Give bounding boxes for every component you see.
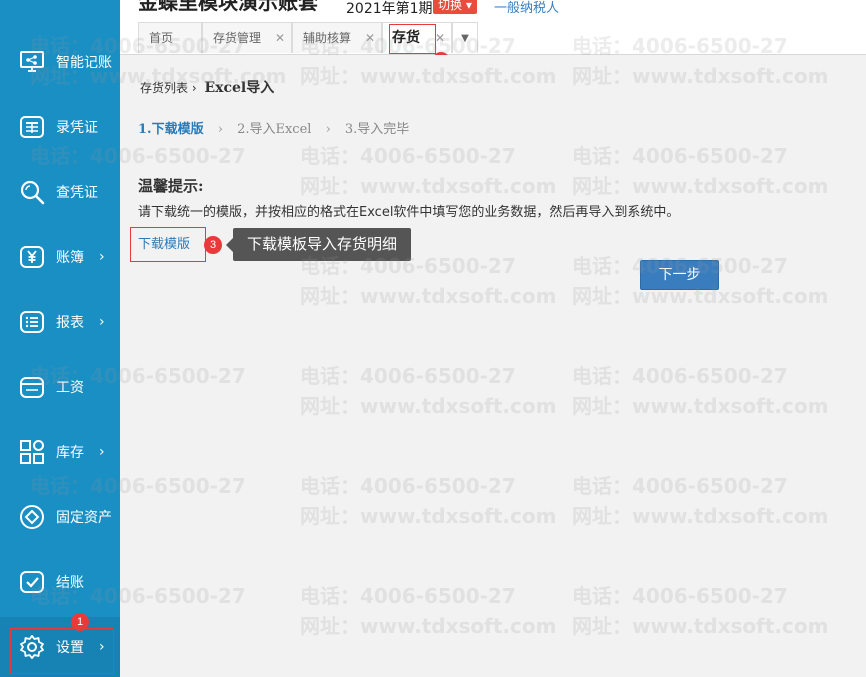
top-header: 金蝶里模块演示账套 2021年第1期 切换 ▾ 一般纳税人 首页 存货管理 ✕ …	[120, 0, 866, 70]
step-badge-1: 1	[71, 613, 89, 631]
report-list-icon	[18, 308, 46, 336]
sidebar-item-label: 账簿	[56, 250, 84, 266]
wallet-icon	[18, 373, 46, 401]
tab-label: 辅助核算	[303, 31, 352, 45]
breadcrumb-current: Excel导入	[204, 80, 275, 96]
close-icon[interactable]: ✕	[365, 23, 375, 54]
main-content: 存货列表 › Excel导入 1.下载模版 › 2.导入Excel › 3.导入…	[120, 55, 866, 677]
tip-title: 温馨提示:	[138, 177, 204, 195]
asset-diamond-icon	[18, 503, 46, 531]
tip-text: 请下载统一的模版，并按相应的格式在Excel软件中填写您的业务数据，然后再导入到…	[138, 205, 680, 220]
chevron-right-icon: ›	[99, 249, 105, 265]
import-steps: 1.下载模版 › 2.导入Excel › 3.导入完毕	[138, 118, 409, 137]
tab-label: 存货管理	[213, 31, 262, 45]
step-badge-3: 3	[204, 236, 222, 254]
sidebar-item-label: 智能记账	[56, 55, 112, 71]
step-1: 1.下载模版	[138, 122, 204, 137]
inventory-grid-icon	[18, 438, 46, 466]
step-separator: ›	[325, 122, 331, 137]
sidebar-item-fixed-assets[interactable]: 固定资产	[0, 487, 120, 547]
voucher-entry-icon	[18, 113, 46, 141]
sidebar-item-label: 工资	[56, 380, 84, 396]
chevron-right-icon: ›	[99, 444, 105, 460]
sidebar-item-voucher-entry[interactable]: 录凭证	[0, 97, 120, 157]
breadcrumb-separator: ›	[191, 81, 197, 95]
close-icon[interactable]: ✕	[275, 23, 285, 54]
tab-inventory-management[interactable]: 存货管理 ✕	[202, 22, 292, 53]
chevron-right-icon: ›	[99, 639, 105, 655]
step-2: 2.导入Excel	[237, 122, 312, 137]
step-3: 3.导入完毕	[344, 122, 410, 137]
monitor-share-icon	[18, 48, 46, 76]
tab-label: 存货	[392, 30, 420, 46]
taxpayer-type-link[interactable]: 一般纳税人	[494, 0, 559, 16]
next-step-button[interactable]: 下一步	[640, 260, 719, 290]
sidebar-item-smart-bookkeeping[interactable]: 智能记账	[0, 32, 120, 92]
sidebar-item-label: 录凭证	[56, 120, 98, 136]
sidebar-item-label: 设置	[56, 640, 84, 656]
sidebar-item-payroll[interactable]: 工资	[0, 357, 120, 417]
tab-inventory[interactable]: 存货 ✕	[382, 22, 452, 53]
step-separator: ›	[217, 122, 223, 137]
close-icon[interactable]: ✕	[435, 23, 445, 54]
tab-label: 首页	[149, 31, 174, 45]
sidebar-item-closing[interactable]: 结账	[0, 552, 120, 612]
sidebar-item-ledger[interactable]: 账簿 ›	[0, 227, 120, 287]
chevron-right-icon: ›	[99, 314, 105, 330]
sidebar-item-label: 结账	[56, 575, 84, 591]
search-icon	[18, 178, 46, 206]
gear-icon	[18, 633, 46, 661]
sidebar-item-query-voucher[interactable]: 查凭证	[0, 162, 120, 222]
switch-label: 切换	[438, 0, 463, 12]
sidebar-item-label: 固定资产	[56, 510, 112, 526]
breadcrumb-parent[interactable]: 存货列表	[140, 81, 188, 95]
tooltip: 下载模板导入存货明细	[226, 228, 411, 261]
checkmark-box-icon	[18, 568, 46, 596]
sidebar-item-reports[interactable]: 报表 ›	[0, 292, 120, 352]
tab-dropdown-button[interactable]: ▼	[452, 22, 478, 53]
switch-period-button[interactable]: 切换 ▾	[433, 0, 477, 14]
sidebar-item-inventory[interactable]: 库存 ›	[0, 422, 120, 482]
breadcrumb: 存货列表 › Excel导入	[140, 77, 274, 97]
sidebar-item-label: 报表	[56, 315, 84, 331]
sidebar-item-settings[interactable]: 设置 ›	[0, 617, 120, 677]
download-template-link[interactable]: 下载模版	[138, 233, 190, 252]
sidebar: 智能记账 录凭证 查凭证 账簿 › 报表 › 工资 库存 › 固定资产 结账 设…	[0, 0, 120, 677]
sidebar-item-label: 查凭证	[56, 185, 98, 201]
yen-book-icon	[18, 243, 46, 271]
company-title: 金蝶里模块演示账套	[138, 0, 318, 14]
tab-auxiliary-accounting[interactable]: 辅助核算 ✕	[292, 22, 382, 53]
sidebar-item-label: 库存	[56, 445, 84, 461]
accounting-period: 2021年第1期	[346, 1, 433, 17]
tab-home[interactable]: 首页	[138, 22, 202, 53]
